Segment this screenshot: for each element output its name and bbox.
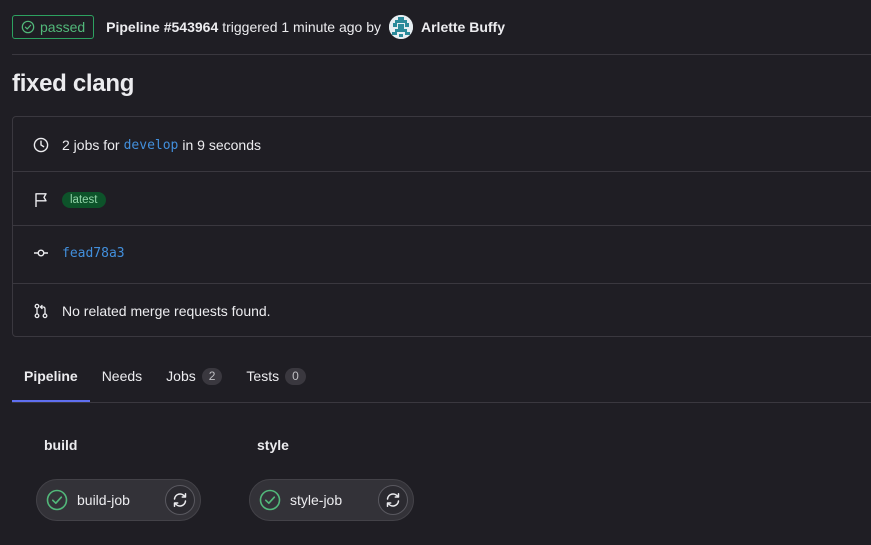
commit-row: fead78a3 <box>13 243 871 263</box>
tab-needs[interactable]: Needs <box>90 362 154 396</box>
divider <box>13 225 871 226</box>
pipeline-id: Pipeline #543964 <box>106 19 219 35</box>
tab-label: Pipeline <box>24 368 78 384</box>
tab-jobs[interactable]: Jobs 2 <box>154 362 234 396</box>
divider <box>12 54 871 55</box>
tests-count-badge: 0 <box>285 368 306 385</box>
avatar[interactable] <box>389 15 413 39</box>
divider <box>12 402 871 403</box>
latest-badge: latest <box>62 192 106 208</box>
tab-pipeline[interactable]: Pipeline <box>12 362 90 402</box>
divider <box>13 171 871 172</box>
jobs-count-badge: 2 <box>201 368 223 385</box>
stage-title-build: build <box>44 437 78 453</box>
merge-request-icon <box>33 303 49 319</box>
retry-button[interactable] <box>165 485 195 515</box>
tag-row: latest <box>13 190 871 210</box>
merge-request-row: No related merge requests found. <box>13 301 871 321</box>
divider <box>13 283 871 284</box>
job-name: build-job <box>77 492 130 508</box>
page-title: fixed clang <box>12 70 135 97</box>
check-circle-icon <box>259 489 281 511</box>
retry-button[interactable] <box>378 485 408 515</box>
tab-tests[interactable]: Tests 0 <box>234 362 317 396</box>
author-link[interactable]: Arlette Buffy <box>421 19 505 35</box>
triggered-text: triggered 1 minute ago by <box>222 19 381 35</box>
status-badge[interactable]: passed <box>12 15 95 39</box>
check-circle-icon <box>21 20 35 34</box>
tab-label: Needs <box>101 368 143 384</box>
jobs-suffix: in 9 seconds <box>182 137 261 153</box>
stage-title-style: style <box>257 437 289 453</box>
retry-icon <box>386 493 400 507</box>
job-build[interactable]: build-job <box>36 479 201 521</box>
flag-icon <box>33 192 49 208</box>
job-name: style-job <box>290 492 343 508</box>
pipeline-info-box: 2 jobs for develop in 9 seconds latest f… <box>12 116 871 337</box>
pipeline-tabs: Pipeline Needs Jobs 2 Tests 0 <box>12 362 871 402</box>
pipeline-meta: Pipeline #543964 triggered 1 minute ago … <box>106 15 505 39</box>
pipeline-page: passed Pipeline #543964 triggered 1 minu… <box>0 0 871 545</box>
check-circle-icon <box>46 489 68 511</box>
commit-icon <box>33 245 49 261</box>
commit-sha-link[interactable]: fead78a3 <box>62 246 125 261</box>
status-label: passed <box>40 19 86 35</box>
clock-icon <box>33 137 49 153</box>
branch-link[interactable]: develop <box>124 138 179 153</box>
duration-row: 2 jobs for develop in 9 seconds <box>13 135 871 155</box>
tab-label: Tests <box>246 368 280 384</box>
pipeline-header: passed Pipeline #543964 triggered 1 minu… <box>12 14 871 40</box>
jobs-prefix: 2 jobs for <box>62 137 120 153</box>
tab-label: Jobs <box>166 368 196 384</box>
merge-requests-text: No related merge requests found. <box>62 303 271 319</box>
retry-icon <box>173 493 187 507</box>
job-style[interactable]: style-job <box>249 479 414 521</box>
